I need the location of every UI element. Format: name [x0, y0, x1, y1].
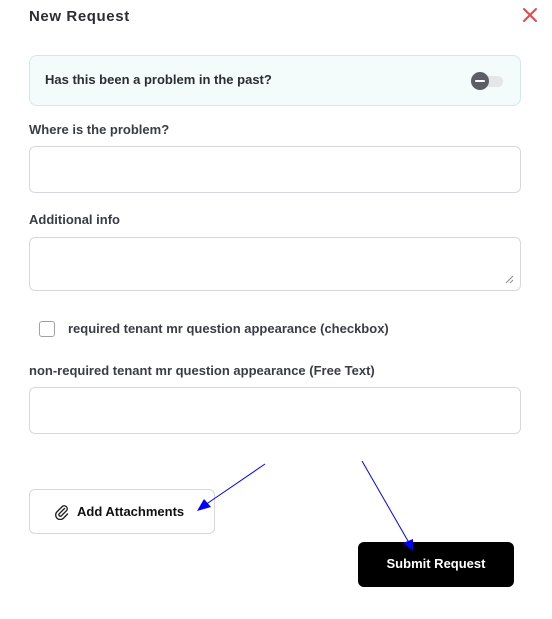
paperclip-icon [54, 505, 69, 520]
free-text-input[interactable] [29, 387, 521, 434]
problem-past-toggle[interactable] [471, 72, 503, 90]
dialog-title: New Request [29, 8, 130, 25]
annotation-arrow-submit [361, 460, 413, 551]
problem-past-question: Has this been a problem in the past? [45, 72, 272, 87]
submit-request-label: Submit Request [386, 556, 486, 571]
tenant-question-checkbox[interactable] [39, 321, 55, 337]
problem-past-card: Has this been a problem in the past? [29, 55, 521, 106]
submit-request-button[interactable]: Submit Request [358, 542, 514, 587]
close-icon[interactable] [521, 6, 539, 24]
add-attachments-button[interactable]: Add Attachments [29, 489, 215, 534]
add-attachments-label: Add Attachments [77, 504, 185, 519]
location-input[interactable] [29, 146, 521, 193]
additional-info-textarea[interactable] [29, 237, 521, 291]
resize-handle-icon[interactable] [505, 275, 514, 284]
additional-info-label: Additional info [29, 212, 120, 227]
toggle-knob [471, 72, 489, 90]
free-text-label: non-required tenant mr question appearan… [29, 363, 375, 378]
tenant-question-checkbox-label: required tenant mr question appearance (… [68, 321, 389, 336]
location-label: Where is the problem? [29, 122, 170, 137]
